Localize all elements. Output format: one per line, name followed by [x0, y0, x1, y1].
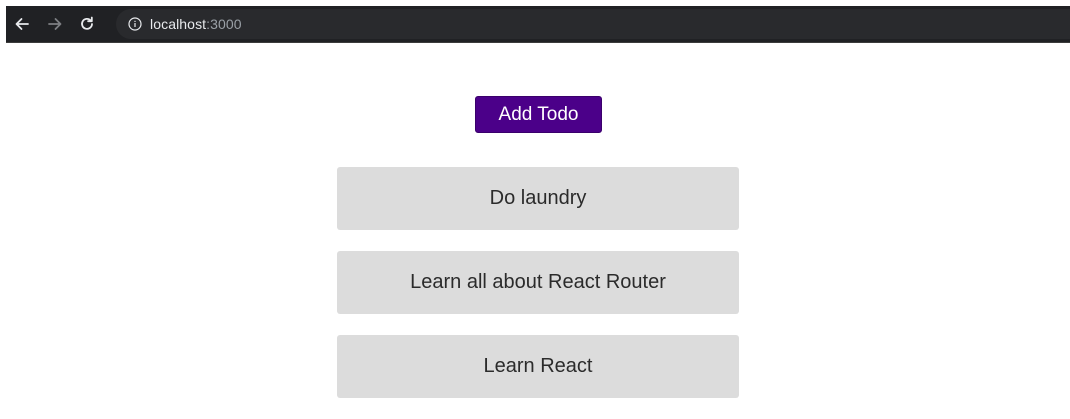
arrow-right-icon: [46, 15, 64, 33]
arrow-left-icon: [13, 15, 31, 33]
todo-item[interactable]: Learn React: [337, 335, 739, 398]
reload-button[interactable]: [76, 13, 98, 35]
browser-toolbar: localhost:3000: [6, 6, 1070, 43]
reload-icon: [78, 15, 96, 33]
back-button[interactable]: [11, 13, 33, 35]
page-content: Add Todo Do laundry Learn all about Reac…: [6, 43, 1070, 398]
todo-item[interactable]: Do laundry: [337, 167, 739, 230]
add-todo-button[interactable]: Add Todo: [475, 96, 602, 133]
todo-list: Do laundry Learn all about React Router …: [337, 167, 739, 419]
url-port: :3000: [206, 16, 242, 32]
forward-button[interactable]: [44, 13, 66, 35]
todo-item[interactable]: Learn all about React Router: [337, 251, 739, 314]
url-host: localhost: [150, 16, 207, 32]
url-text: localhost:3000: [150, 16, 242, 32]
address-bar[interactable]: localhost:3000: [116, 9, 1070, 39]
info-circle-icon[interactable]: [127, 16, 143, 32]
